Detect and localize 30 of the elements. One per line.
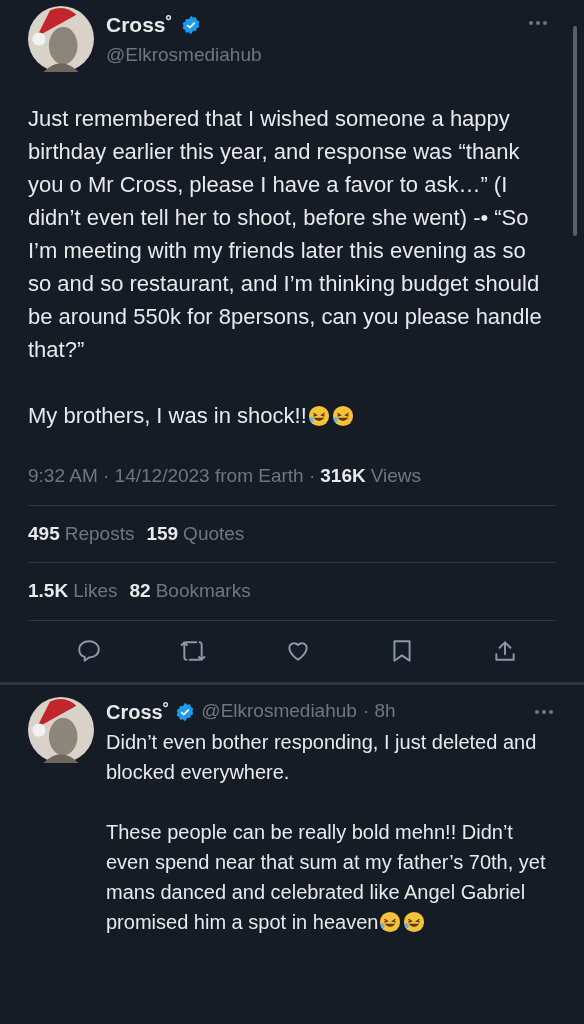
stat-count: 159 <box>146 521 179 546</box>
reply-text: These people can be really bold mehn!! Didn’t even spend near that sum at my father’s 70th, yet mans danced and celebrated like Angel Gabriel promised him a spot in heaven <box>106 819 547 935</box>
tweet-text: My brothers, I was in shock!! <box>28 399 556 432</box>
post-time: · 8h <box>362 699 397 724</box>
stat-count: 1.5K <box>28 579 69 603</box>
more-options-icon[interactable] <box>534 708 554 715</box>
laughing-emoji-icon <box>331 405 354 427</box>
avatar[interactable] <box>28 6 94 72</box>
reply-text: Didn’t even bother responding, I just deleted and blocked everywhere. <box>106 729 538 785</box>
author-name: Cross˚ <box>106 699 170 725</box>
reply-icon[interactable] <box>76 638 103 664</box>
stat-count: 495 <box>28 521 60 546</box>
stat-label: Bookmarks <box>155 579 251 603</box>
laughing-emoji-icon <box>403 910 426 933</box>
stat-count: 82 <box>129 579 151 603</box>
stat-label: Likes <box>73 579 118 603</box>
avatar[interactable] <box>28 696 94 763</box>
author-handle: @Elkrosmediahub <box>201 699 357 724</box>
more-options-icon[interactable] <box>528 20 548 26</box>
author-handle: @Elkrosmediahub <box>106 42 263 67</box>
laughing-emoji-icon <box>379 910 402 933</box>
views-count: 316K <box>320 464 366 488</box>
laughing-emoji-icon <box>307 405 330 427</box>
stat-label: Reposts <box>64 521 135 546</box>
author-name: Cross˚ <box>106 12 173 38</box>
stat-label: Quotes <box>183 521 245 546</box>
repost-icon[interactable] <box>179 638 208 664</box>
timestamp: 9:32 AM · 14/12/2023 from Earth · <box>28 464 316 488</box>
views-label: Views <box>370 464 422 488</box>
tweet-text: Just remembered that I wished someone a happy birthday earlier this year, and response was “thank you o Mr Cross, please I have a favor to ask…” (I didn’t even tell her to shoot, before she went) -• “So I’m meeting with my friends later this evening as so so and so restaurant, and I’m thinking budget should be around 550k for 8persons, can you please handle that?” <box>28 105 543 364</box>
